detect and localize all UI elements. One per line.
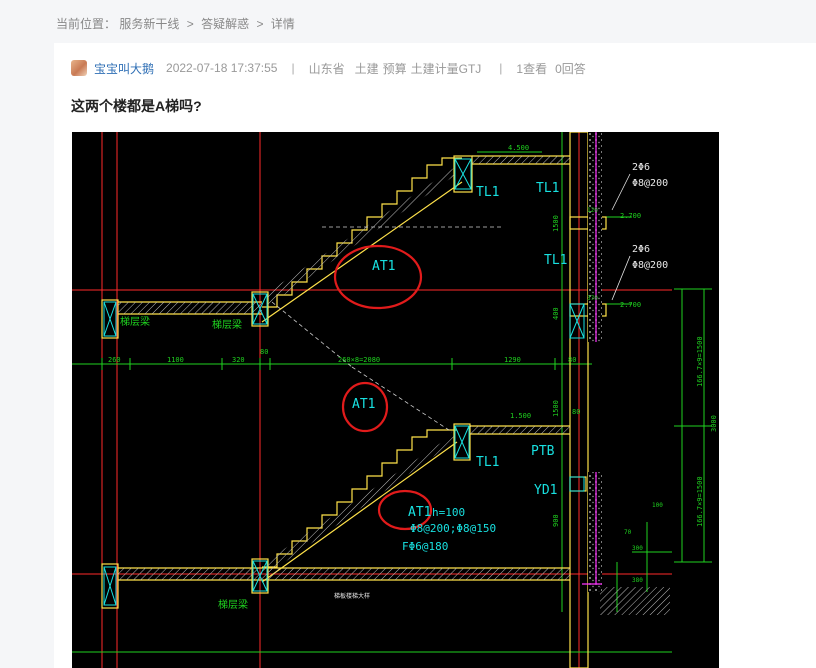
elevation: 4.500 [508, 144, 529, 152]
dim-value: 166.7×9=1500 [696, 336, 704, 387]
dim-value: 370 [587, 295, 598, 302]
at1-label-bottom: AT1 [408, 505, 431, 520]
tl1-label: TL1 [476, 455, 499, 470]
beam-labels: 梯层梁 梯层梁 梯层梁 梯板楼梯大样 [120, 315, 370, 611]
breadcrumb-item-service[interactable]: 服务新干线 [119, 17, 179, 31]
yd1-label: YD1 [534, 483, 557, 498]
category-tag: 预算 [382, 61, 407, 76]
breadcrumb-separator: > [256, 17, 264, 31]
cad-drawing-image[interactable]: TL1 TL1 TL1 TL1 AT1 AT1 AT1 h=100 Φ8@200… [72, 132, 719, 668]
category-tag: 土建计量GTJ [410, 61, 482, 76]
dim-value: 80 [568, 356, 576, 364]
dim-value: 400 [552, 307, 560, 320]
landing-beam-label: 梯层梁 [120, 315, 150, 328]
rebar-callout: 2Φ6 [632, 244, 650, 255]
dim-value: 80 [260, 348, 268, 356]
dim-value: 900 [552, 514, 560, 527]
dim-value: 80 [572, 408, 580, 416]
tl1-label: TL1 [544, 253, 567, 268]
dim-value: 1290 [504, 356, 521, 364]
stair-section-drawing: TL1 TL1 TL1 TL1 AT1 AT1 AT1 h=100 Φ8@200… [72, 132, 718, 668]
dim-value: 70 [624, 529, 632, 536]
at1-label-top: AT1 [372, 259, 395, 274]
tl1-label: TL1 [536, 181, 559, 196]
dim-value: 380 [632, 577, 643, 584]
dim-value: 320 [232, 356, 245, 364]
dim-value: 1500 [552, 215, 560, 232]
meta-divider: | [291, 61, 295, 75]
question-card: 宝宝叫大鹅 2022-07-18 17:37:55 | 山东省 土建 预算 土建… [54, 43, 816, 668]
dim-value: 1500 [552, 400, 560, 417]
post-meta: 宝宝叫大鹅 2022-07-18 17:37:55 | 山东省 土建 预算 土建… [71, 59, 586, 77]
tl1-label: TL1 [476, 185, 499, 200]
elevation: 1.500 [510, 412, 531, 420]
breadcrumb-prefix: 当前位置： [56, 17, 117, 31]
rebar-distribution: FΦ6@180 [402, 540, 448, 553]
dim-value: 166.7×9=1500 [696, 476, 704, 527]
category-tag: 土建 [354, 61, 379, 76]
rebar-callout: 2Φ6 [632, 162, 650, 173]
breadcrumb: 当前位置： 服务新干线 > 答疑解惑 > 详情 [56, 15, 295, 32]
avatar[interactable] [71, 60, 87, 76]
rebar-callout: Φ8@200 [632, 178, 668, 189]
elevation: 2.700 [620, 301, 641, 309]
landing-beam-label: 梯层梁 [218, 598, 248, 611]
dim-value: 3000 [710, 415, 718, 432]
question-title: 这两个楼都是A梯吗? [71, 98, 202, 114]
dim-value: 120 [587, 207, 598, 214]
breadcrumb-separator: > [186, 17, 194, 31]
meta-divider: | [499, 61, 503, 75]
author-name[interactable]: 宝宝叫大鹅 [94, 60, 154, 77]
dim-value: 260 [108, 356, 121, 364]
drawing-note: 梯板楼梯大样 [334, 592, 370, 600]
rebar-callout: Φ8@200 [632, 260, 668, 271]
callout-leaders [611, 173, 631, 301]
breadcrumb-item-qa[interactable]: 答疑解惑 [201, 17, 249, 31]
answer-count: 0回答 [555, 61, 586, 76]
view-count: 1查看 [516, 61, 548, 76]
rebar-main: Φ8@200;Φ8@150 [410, 522, 496, 535]
elevation: 2.700 [620, 212, 641, 220]
region-tag: 山东省 [308, 61, 345, 76]
landing-beam-label: 梯层梁 [212, 318, 242, 331]
ptb-label: PTB [531, 444, 555, 459]
dim-value: 100 [652, 502, 663, 509]
column-markers [103, 158, 585, 606]
dim-value: 260×8=2080 [338, 356, 380, 364]
post-datetime: 2022-07-18 17:37:55 [166, 61, 278, 75]
at1-thickness: h=100 [432, 506, 465, 519]
at1-label-mid: AT1 [352, 397, 375, 412]
dim-value: 1100 [167, 356, 184, 364]
breadcrumb-item-detail: 详情 [270, 17, 295, 31]
dim-value: 300 [632, 545, 643, 552]
